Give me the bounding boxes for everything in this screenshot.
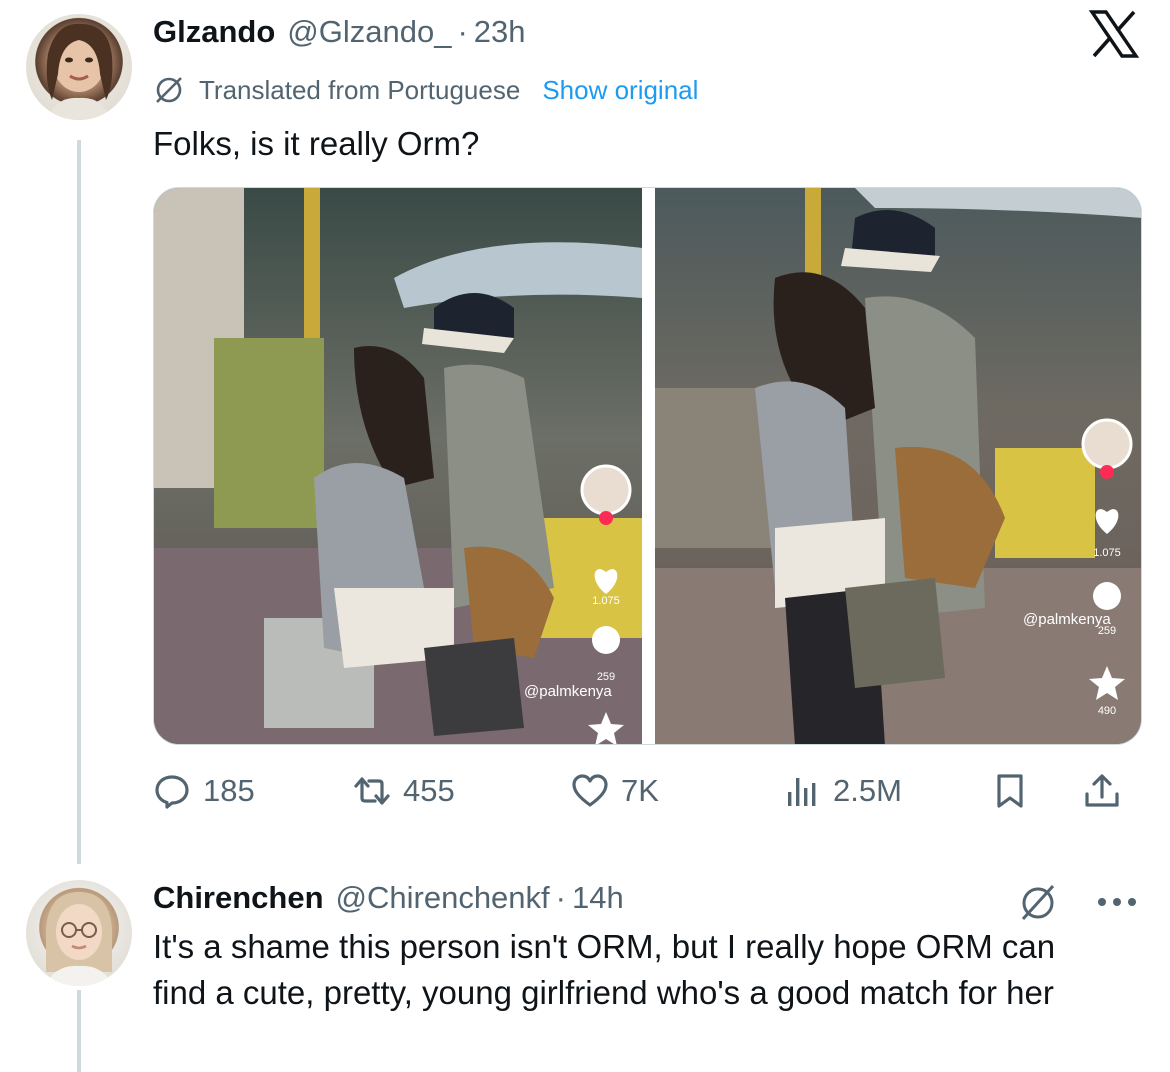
reply-header: Chirenchen @Chirenchenkf · 14h bbox=[153, 878, 624, 918]
share-icon bbox=[1085, 774, 1119, 807]
tweet-timestamp[interactable]: 23h bbox=[474, 14, 526, 50]
author-display-name[interactable]: Glzando bbox=[153, 14, 275, 50]
photo-1-likes-count: 1.075 bbox=[592, 595, 620, 607]
reply-icon bbox=[155, 775, 189, 809]
tweet-header: Glzando @Glzando_ · 23h bbox=[153, 12, 526, 52]
separator-dot: · bbox=[457, 14, 468, 49]
tweet-action-bar: 185 455 7K 2.5M bbox=[153, 762, 1143, 820]
reply-count: 185 bbox=[203, 773, 255, 808]
repost-button[interactable]: 455 bbox=[353, 762, 455, 820]
x-logo-icon bbox=[1088, 10, 1140, 58]
reply-timestamp[interactable]: 14h bbox=[572, 880, 624, 916]
reply-author-handle[interactable]: @Chirenchenkf bbox=[336, 880, 550, 916]
translate-slash-icon bbox=[156, 77, 182, 103]
like-count: 7K bbox=[621, 773, 659, 808]
avatar-face-icon bbox=[46, 23, 113, 120]
photo-2-comments-count: 259 bbox=[1098, 625, 1116, 637]
repost-count: 455 bbox=[403, 773, 455, 808]
heart-icon bbox=[572, 774, 608, 807]
show-original-link[interactable]: Show original bbox=[542, 75, 698, 106]
photo-1-comments-count: 259 bbox=[597, 671, 615, 683]
repost-icon bbox=[354, 777, 390, 805]
views-count: 2.5M bbox=[833, 773, 902, 808]
photo-1-image: 1.075 259 @palmkenya bbox=[154, 188, 642, 744]
author-handle[interactable]: @Glzando_ bbox=[287, 14, 451, 50]
tweet-photo-2[interactable]: 1.075 @palmkenya 259 490 bbox=[655, 188, 1141, 744]
bookmark-button[interactable] bbox=[991, 762, 1029, 820]
share-button[interactable] bbox=[1083, 762, 1121, 820]
tweet-media[interactable]: 1.075 259 @palmkenya 1.075 @palmkenya 25… bbox=[153, 187, 1142, 745]
translation-notice: Translated from Portuguese Show original bbox=[153, 72, 698, 108]
translated-from-label: Translated from Portuguese bbox=[199, 74, 521, 105]
tweet-text: Folks, is it really Orm? bbox=[153, 125, 480, 162]
thread-connector-line-continued bbox=[77, 990, 81, 1072]
photo-1-watermark: @palmkenya bbox=[524, 683, 612, 700]
tweet-photo-1[interactable]: 1.075 259 @palmkenya bbox=[154, 188, 642, 744]
reply-text: It's a shame this person isn't ORM, but … bbox=[153, 928, 1056, 1011]
photo-2-likes-count: 1.075 bbox=[1093, 547, 1121, 559]
photo-2-image: 1.075 @palmkenya 259 490 bbox=[655, 188, 1141, 744]
translate-slash-icon[interactable] bbox=[1016, 880, 1060, 924]
reply-button[interactable]: 185 bbox=[153, 762, 255, 820]
thread-connector-line bbox=[77, 140, 81, 864]
views-button[interactable]: 2.5M bbox=[783, 762, 902, 820]
avatar[interactable] bbox=[26, 14, 132, 120]
reply-separator-dot: · bbox=[555, 880, 566, 915]
like-button[interactable]: 7K bbox=[571, 762, 659, 820]
bookmark-icon bbox=[997, 774, 1023, 808]
photo-2-stars-count: 490 bbox=[1098, 705, 1116, 717]
reply-avatar-face-icon bbox=[44, 892, 114, 986]
more-options-icon[interactable] bbox=[1094, 884, 1140, 920]
reply-author-display-name[interactable]: Chirenchen bbox=[153, 880, 324, 916]
reply-avatar[interactable] bbox=[26, 880, 132, 986]
views-chart-icon bbox=[788, 778, 816, 806]
